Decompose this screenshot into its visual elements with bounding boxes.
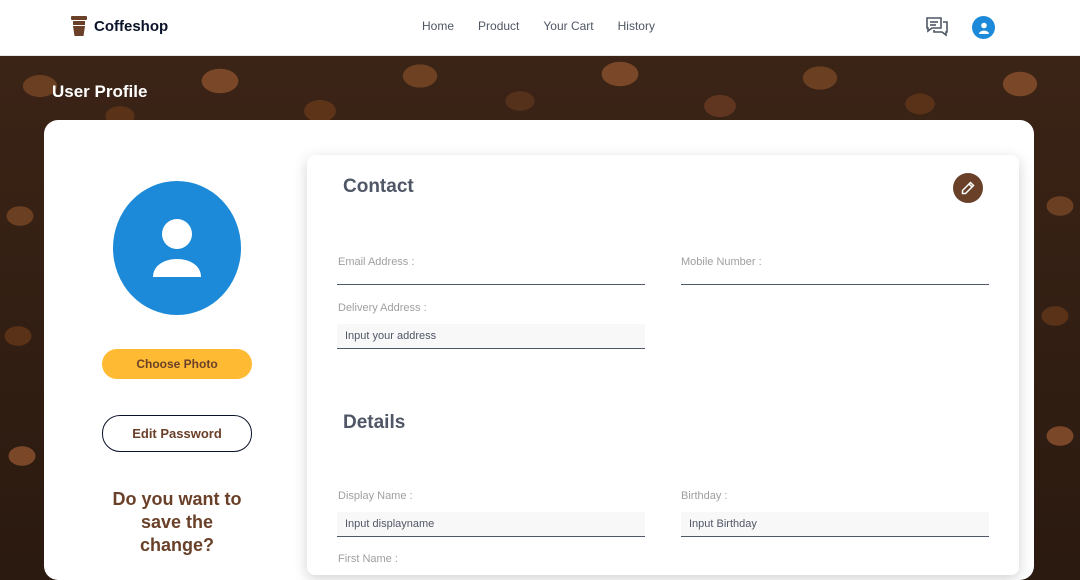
delivery-label: Delivery Address : bbox=[338, 302, 427, 314]
first-name-label: First Name : bbox=[338, 553, 398, 565]
profile-photo bbox=[113, 181, 241, 315]
brand-name: Coffeshop bbox=[94, 17, 169, 35]
details-section-title: Details bbox=[343, 412, 406, 433]
birthday-input[interactable] bbox=[681, 512, 989, 537]
question-line: change? bbox=[139, 535, 214, 555]
birthday-label: Birthday : bbox=[681, 490, 728, 502]
choose-photo-button[interactable]: Choose Photo bbox=[102, 349, 252, 379]
nav-link-home[interactable]: Home bbox=[422, 19, 454, 33]
display-name-input[interactable] bbox=[337, 512, 645, 537]
coffee-cup-icon bbox=[71, 16, 87, 36]
pencil-icon bbox=[961, 181, 975, 195]
nav-links: Home Product Your Cart History bbox=[422, 19, 655, 33]
mobile-field[interactable] bbox=[681, 284, 989, 285]
mobile-label: Mobile Number : bbox=[681, 256, 762, 268]
email-label: Email Address : bbox=[338, 256, 415, 268]
question-line: save the bbox=[140, 512, 214, 532]
nav-link-history[interactable]: History bbox=[618, 19, 655, 33]
save-change-question: Do you want to save the change? bbox=[96, 488, 258, 557]
display-name-label: Display Name : bbox=[338, 490, 413, 502]
page-title: User Profile bbox=[52, 82, 148, 101]
user-icon bbox=[153, 219, 201, 277]
edit-profile-button[interactable] bbox=[953, 173, 983, 203]
delivery-address-input[interactable] bbox=[337, 324, 645, 349]
profile-avatar-button[interactable] bbox=[972, 16, 995, 39]
nav-link-cart[interactable]: Your Cart bbox=[543, 19, 593, 33]
brand-logo[interactable]: Coffeshop bbox=[70, 16, 168, 36]
question-line: Do you want to bbox=[112, 489, 242, 509]
contact-section-title: Contact bbox=[343, 176, 414, 197]
navbar: Coffeshop Home Product Your Cart History bbox=[0, 0, 1080, 56]
nav-link-product[interactable]: Product bbox=[478, 19, 519, 33]
chat-icon[interactable] bbox=[925, 16, 949, 43]
email-field[interactable] bbox=[337, 284, 645, 285]
user-icon bbox=[978, 22, 989, 34]
edit-password-button[interactable]: Edit Password bbox=[102, 415, 252, 452]
